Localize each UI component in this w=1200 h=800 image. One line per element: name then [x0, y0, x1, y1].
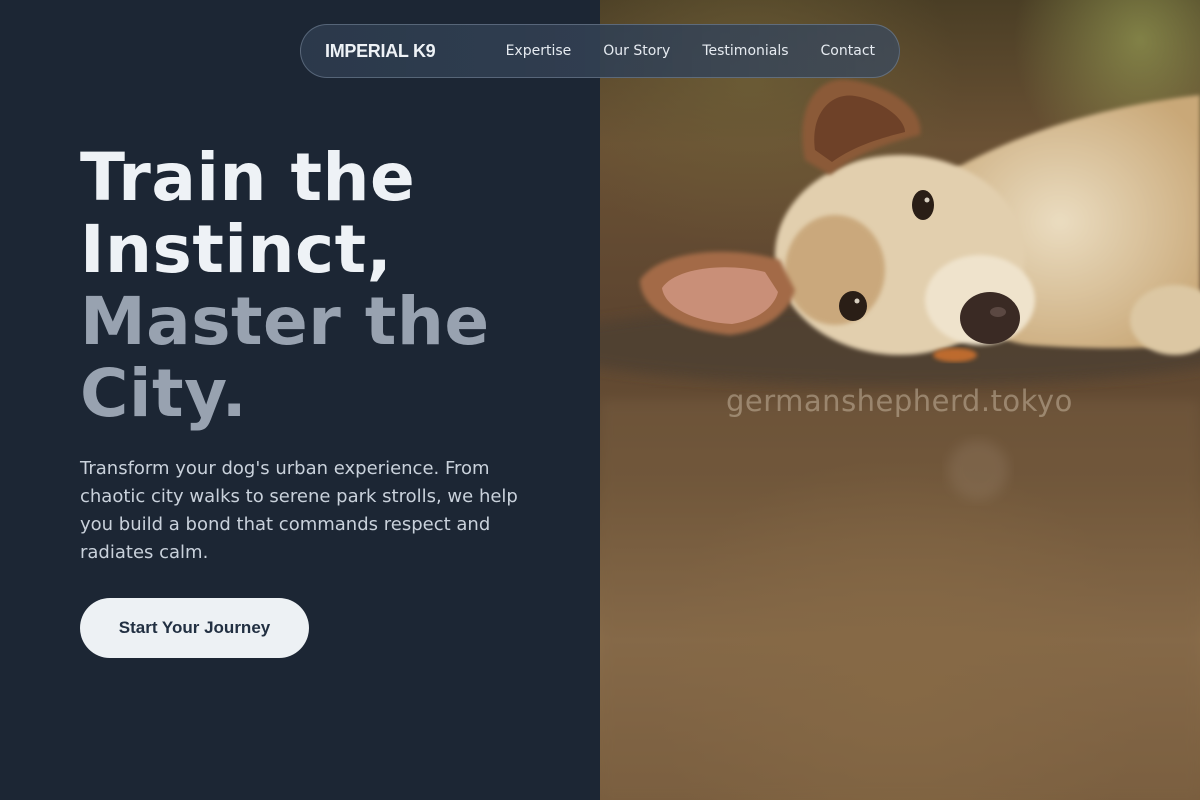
top-navigation: IMPERIAL K9 Expertise Our Story Testimon…	[300, 24, 900, 78]
nav-link-testimonials[interactable]: Testimonials	[702, 43, 788, 59]
hero-subtext: Transform your dog's urban experience. F…	[80, 458, 518, 563]
headline-line-4: City.	[80, 355, 248, 432]
nav-link-contact[interactable]: Contact	[821, 43, 875, 59]
hero-headline: Train the Instinct, Master the City.	[80, 142, 490, 430]
nav-link-our-story[interactable]: Our Story	[603, 43, 670, 59]
brand-logo[interactable]: IMPERIAL K9	[325, 41, 436, 62]
headline-line-2: Instinct,	[80, 211, 393, 288]
headline-line-3: Master the	[80, 283, 490, 360]
nav-link-expertise[interactable]: Expertise	[506, 43, 572, 59]
start-journey-button[interactable]: Start Your Journey	[80, 598, 309, 658]
photo-watermark: germanshepherd.tokyo	[726, 384, 1073, 418]
nav-links: Expertise Our Story Testimonials Contact	[506, 43, 875, 59]
headline-line-1: Train the	[80, 139, 416, 216]
